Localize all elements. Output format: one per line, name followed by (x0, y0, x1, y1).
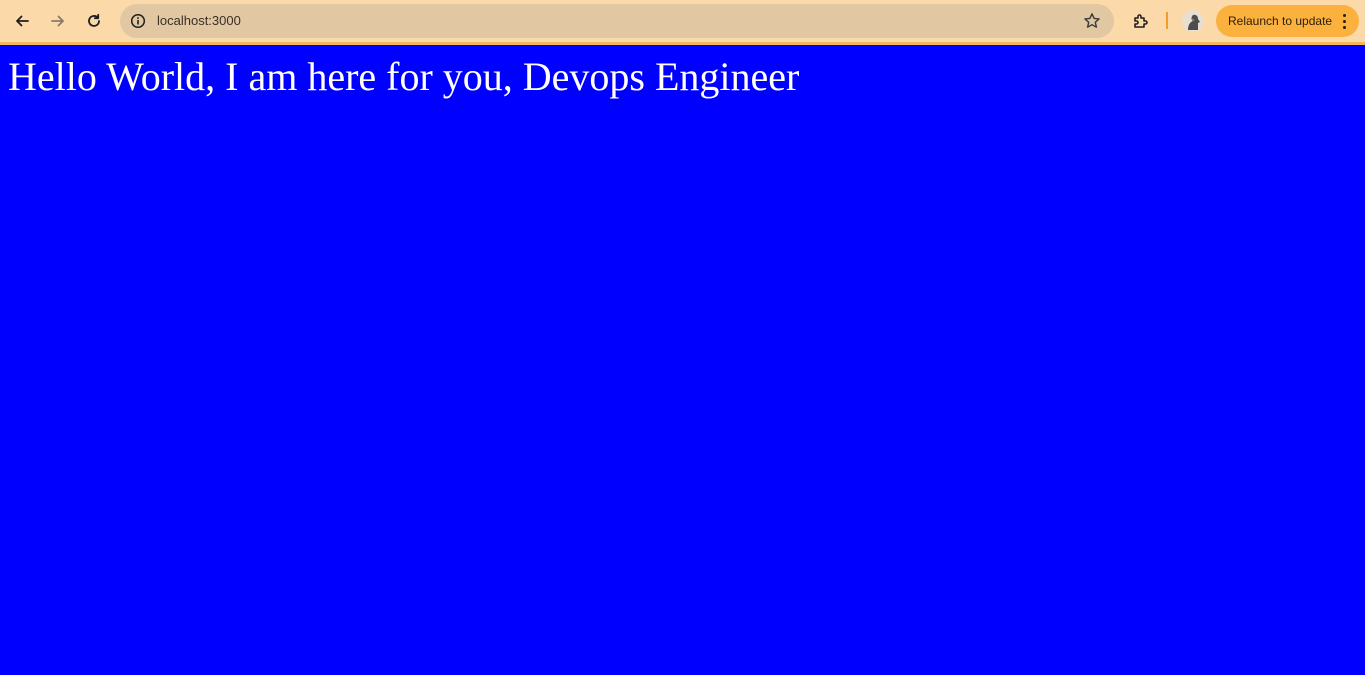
url-text[interactable]: localhost:3000 (157, 4, 241, 38)
address-bar[interactable]: localhost:3000 (120, 4, 1114, 38)
toolbar-divider (1166, 12, 1168, 29)
relaunch-button[interactable]: Relaunch to update (1216, 5, 1359, 37)
page-heading: Hello World, I am here for you, Devops E… (8, 54, 800, 99)
info-icon (130, 13, 146, 29)
forward-button[interactable] (43, 6, 73, 36)
arrow-left-icon (16, 15, 29, 27)
relaunch-label: Relaunch to update (1228, 14, 1333, 28)
page-viewport: Hello World, I am here for you, Devops E… (0, 45, 1365, 675)
back-button[interactable] (7, 6, 37, 36)
bookmark-button[interactable] (1080, 9, 1104, 33)
star-icon (1084, 13, 1100, 28)
avatar-icon (1182, 10, 1204, 32)
reload-icon (88, 13, 100, 27)
browser-toolbar: localhost:3000 Relaunch to update (0, 0, 1365, 42)
site-info-button[interactable] (126, 9, 150, 33)
puzzle-icon (1134, 14, 1148, 28)
extensions-button[interactable] (1126, 6, 1156, 36)
more-menu-icon[interactable] (1337, 11, 1351, 31)
reload-button[interactable] (79, 6, 109, 36)
profile-avatar[interactable] (1182, 10, 1204, 32)
arrow-right-icon (51, 15, 64, 27)
